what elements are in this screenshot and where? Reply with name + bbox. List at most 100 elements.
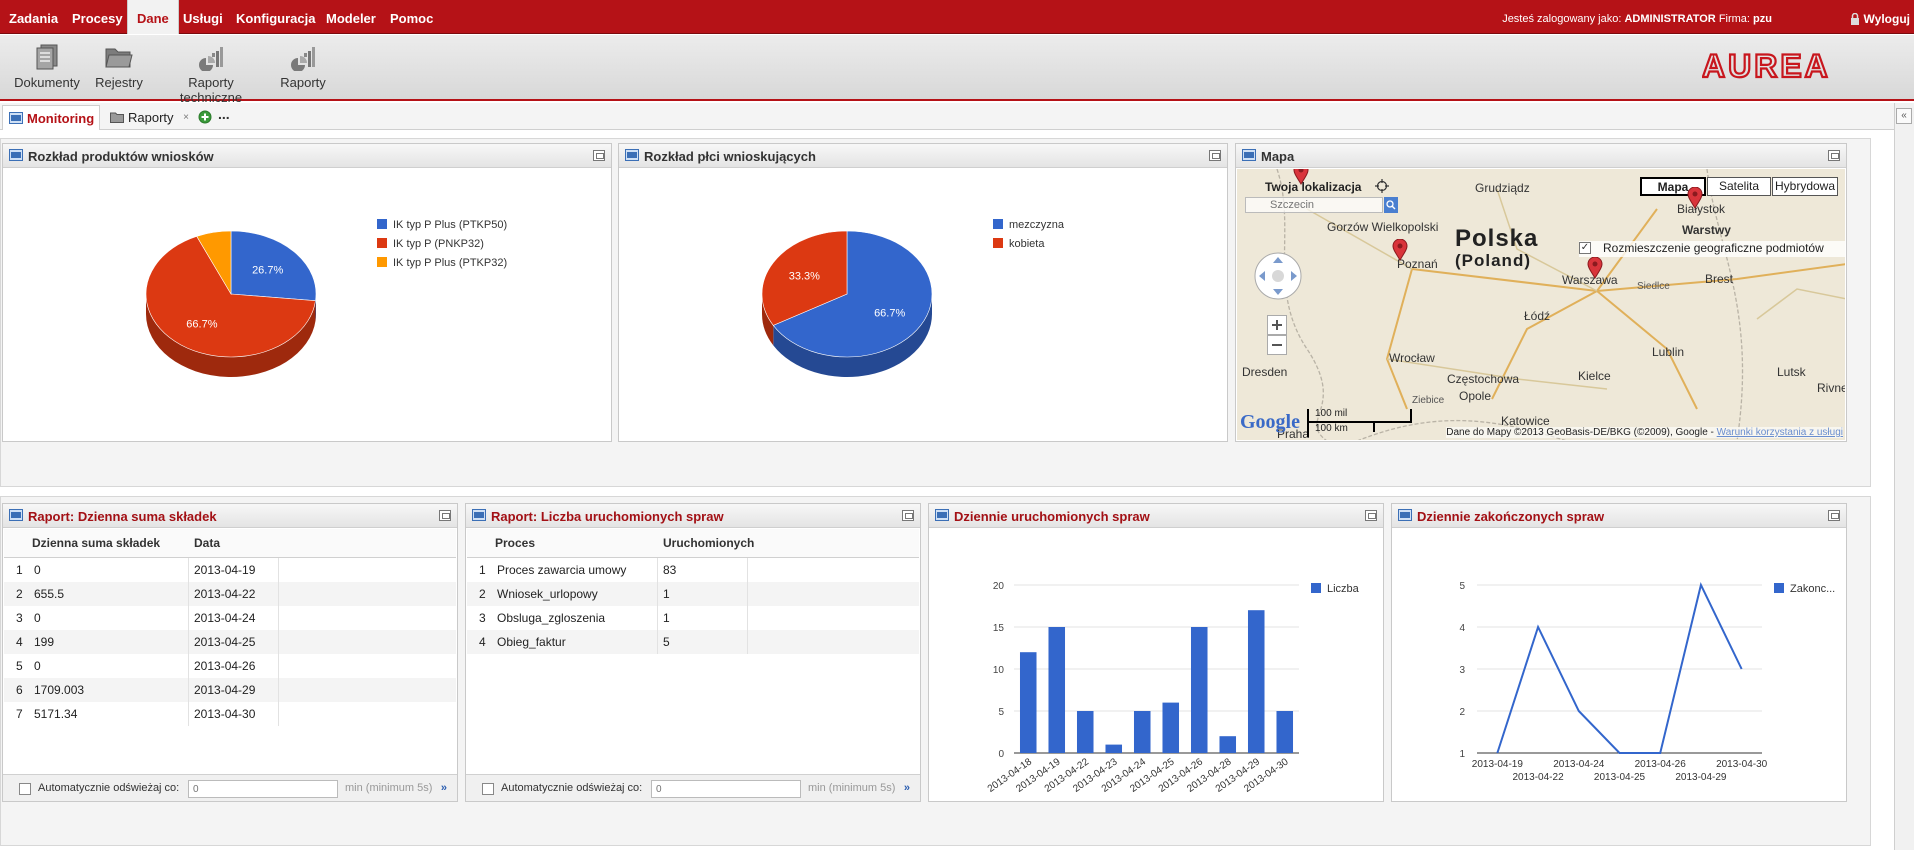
menu-konfiguracja[interactable]: Konfiguracja bbox=[227, 0, 324, 34]
y-tick-label: 3 bbox=[1459, 665, 1465, 676]
add-tab-icon[interactable] bbox=[198, 110, 212, 124]
logout-button[interactable]: Wyloguj bbox=[1850, 0, 1910, 38]
bar[interactable] bbox=[1076, 711, 1094, 753]
toolbar-raporty[interactable]: Raporty bbox=[276, 35, 330, 101]
bar[interactable] bbox=[1048, 627, 1066, 753]
column-separator bbox=[278, 654, 279, 678]
column-separator bbox=[747, 606, 748, 630]
table-row[interactable]: 5 0 2013-04-26 bbox=[4, 654, 456, 678]
menu-pomoc[interactable]: Pomoc bbox=[381, 0, 442, 34]
bar[interactable] bbox=[1190, 627, 1208, 753]
map-marker-icon[interactable] bbox=[1392, 239, 1408, 261]
tab-monitoring[interactable]: Monitoring bbox=[2, 105, 100, 130]
city-label: Lublin bbox=[1652, 345, 1685, 359]
map-pan-control[interactable] bbox=[1253, 251, 1303, 301]
table-row[interactable]: 7 5171.34 2013-04-30 bbox=[4, 702, 456, 726]
bar[interactable] bbox=[1247, 610, 1265, 753]
bar[interactable] bbox=[1133, 711, 1151, 753]
layer-option[interactable]: ✓ Rozmieszczenie geograficzne podmiotów bbox=[1579, 241, 1845, 257]
table-row[interactable]: 4 Obieg_faktur 5 bbox=[467, 630, 919, 654]
started-count-panel: Raport: Liczba uruchomionych spraw Proce… bbox=[465, 503, 921, 802]
next-button[interactable]: » bbox=[904, 775, 910, 801]
more-tabs-button[interactable]: ... bbox=[218, 106, 230, 122]
maximize-icon[interactable] bbox=[1828, 510, 1840, 521]
map-marker-icon[interactable] bbox=[1687, 187, 1703, 209]
legend-swatch bbox=[1774, 583, 1784, 593]
gender-pie-chart: 66.7% 33.3% bbox=[761, 230, 933, 378]
layer-checkbox[interactable]: ✓ bbox=[1579, 242, 1591, 254]
table-row[interactable]: 1 Proces zawarcia umowy 83 bbox=[467, 558, 919, 582]
map-search-input[interactable] bbox=[1245, 197, 1383, 213]
legend-item: IK typ P Plus (PTKP32) bbox=[377, 254, 507, 273]
column-separator bbox=[278, 582, 279, 606]
legend-label: IK typ P Plus (PTKP50) bbox=[393, 219, 508, 231]
table-row[interactable]: 3 0 2013-04-24 bbox=[4, 606, 456, 630]
refresh-interval-input[interactable] bbox=[188, 780, 338, 798]
collapse-panel-button[interactable]: « bbox=[1896, 108, 1912, 124]
legend-label: mezczyzna bbox=[1009, 219, 1065, 231]
search-icon[interactable] bbox=[1384, 197, 1398, 213]
column-header[interactable]: Uruchomionych bbox=[663, 529, 754, 558]
monitor-panel-icon bbox=[9, 149, 23, 161]
legend-swatch bbox=[1311, 583, 1321, 593]
country-label: Polska bbox=[1455, 225, 1539, 252]
bar[interactable] bbox=[1019, 652, 1037, 753]
map-type-hybrydowa[interactable]: Hybrydowa bbox=[1772, 177, 1838, 196]
table-row[interactable]: 2 655.5 2013-04-22 bbox=[4, 582, 456, 606]
maximize-icon[interactable] bbox=[439, 510, 451, 521]
auto-refresh-checkbox[interactable] bbox=[482, 783, 494, 795]
legend-item: IK typ P Plus (PTKP50) bbox=[377, 216, 507, 235]
menu-zadania[interactable]: Zadania bbox=[0, 0, 67, 34]
panel-header: Mapa bbox=[1236, 144, 1846, 168]
x-tick-label: 2013-04-24 bbox=[1553, 759, 1605, 770]
city-label: Rivne bbox=[1817, 381, 1845, 395]
column-header[interactable]: Proces bbox=[495, 529, 535, 558]
menu-modeler[interactable]: Modeler bbox=[317, 0, 385, 34]
panel-title: Raport: Liczba uruchomionych spraw bbox=[491, 509, 724, 524]
menu-dane[interactable]: Dane bbox=[127, 0, 179, 34]
bar[interactable] bbox=[1162, 702, 1180, 753]
crosshair-icon[interactable] bbox=[1375, 179, 1389, 193]
bar[interactable] bbox=[1219, 736, 1237, 753]
tab-raporty[interactable]: Raporty × bbox=[104, 105, 190, 130]
company-name: pzu bbox=[1753, 13, 1772, 25]
map-canvas[interactable]: Twoja lokalizacja Mapa Satelita Hybrydow… bbox=[1237, 169, 1845, 440]
toolbar-raporty-techniczne[interactable]: Raporty techniczne bbox=[156, 35, 266, 105]
map-marker-icon[interactable] bbox=[1293, 169, 1309, 185]
bar[interactable] bbox=[1105, 744, 1123, 753]
maximize-icon[interactable] bbox=[1365, 510, 1377, 521]
next-button[interactable]: » bbox=[441, 775, 447, 801]
tab-raporty-close[interactable]: × bbox=[183, 112, 189, 123]
toolbar-rejestry[interactable]: Rejestry bbox=[92, 35, 146, 101]
column-separator bbox=[188, 558, 189, 582]
map-marker-icon[interactable] bbox=[1587, 257, 1603, 279]
x-tick-label: 2013-04-29 bbox=[1675, 772, 1727, 783]
maximize-icon[interactable] bbox=[593, 150, 605, 161]
table-row[interactable]: 6 1709.003 2013-04-29 bbox=[4, 678, 456, 702]
auto-refresh-checkbox[interactable] bbox=[19, 783, 31, 795]
legend-label: IK typ P (PNKP32) bbox=[393, 238, 484, 250]
table-row[interactable]: 1 0 2013-04-19 bbox=[4, 558, 456, 582]
table-row[interactable]: 4 199 2013-04-25 bbox=[4, 630, 456, 654]
table-row[interactable]: 2 Wniosek_urlopowy 1 bbox=[467, 582, 919, 606]
terms-link[interactable]: Warunki korzystania z usługi bbox=[1717, 427, 1843, 438]
column-header[interactable]: Dzienna suma składek bbox=[32, 529, 160, 558]
maximize-icon[interactable] bbox=[902, 510, 914, 521]
menu-procesy[interactable]: Procesy bbox=[63, 0, 132, 34]
row-number: 6 bbox=[16, 683, 23, 697]
row-number: 1 bbox=[16, 563, 23, 577]
menu-uslugi[interactable]: Usługi bbox=[174, 0, 232, 34]
table-row[interactable]: 3 Obsluga_zgloszenia 1 bbox=[467, 606, 919, 630]
refresh-interval-input[interactable] bbox=[651, 780, 801, 798]
daily-sum-table: Dzienna suma składek Data 1 0 2013-04-19 2 6… bbox=[4, 529, 456, 726]
city-label: Lutsk bbox=[1777, 365, 1806, 379]
column-header[interactable]: Data bbox=[194, 529, 220, 558]
gender-legend: mezczyzna kobieta bbox=[993, 216, 1064, 254]
map-type-satelita[interactable]: Satelita bbox=[1707, 177, 1771, 196]
maximize-icon[interactable] bbox=[1209, 150, 1221, 161]
bar[interactable] bbox=[1276, 711, 1294, 753]
map-zoom-control[interactable] bbox=[1267, 315, 1287, 355]
toolbar-dokumenty[interactable]: Dokumenty bbox=[12, 35, 82, 101]
maximize-icon[interactable] bbox=[1828, 150, 1840, 161]
daily-sum-panel: Raport: Dzienna suma składek Dzienna sum… bbox=[2, 503, 458, 802]
